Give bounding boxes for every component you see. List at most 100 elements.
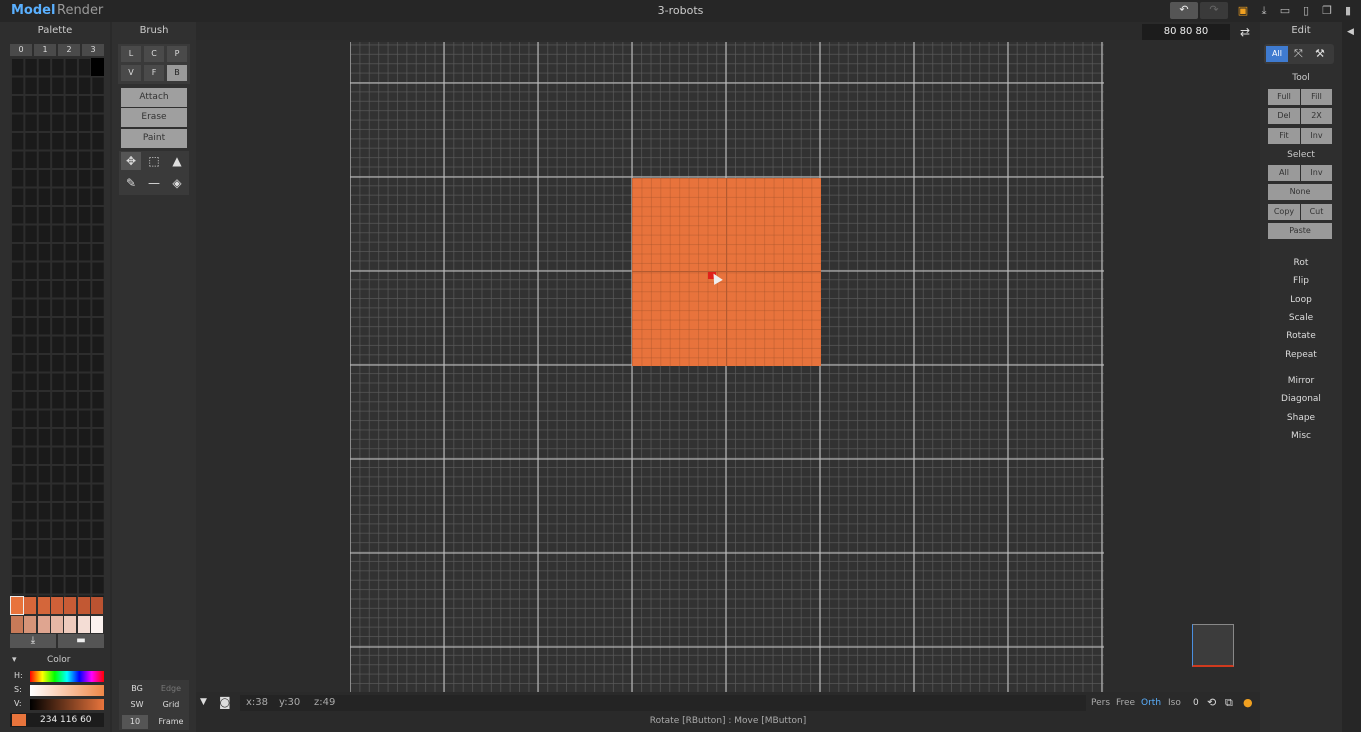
collapse-strip[interactable]: ◀ bbox=[1342, 22, 1361, 732]
move-icon[interactable]: ✥ bbox=[121, 152, 141, 170]
layout-icon[interactable]: ⧉ bbox=[1225, 696, 1233, 710]
value-slider[interactable] bbox=[30, 699, 104, 710]
loop-item[interactable]: Loop bbox=[1262, 295, 1340, 305]
select-region-icon[interactable]: ⬚ bbox=[144, 152, 164, 170]
open-folder-icon[interactable]: ▭ bbox=[1279, 4, 1291, 17]
rgb-values[interactable]: 234 116 60 bbox=[40, 713, 92, 727]
tool-del-button[interactable]: Del bbox=[1268, 108, 1300, 124]
palette-swatch[interactable] bbox=[77, 616, 90, 633]
brush-pattern-button[interactable]: P bbox=[167, 46, 187, 62]
erase-button[interactable]: Erase bbox=[121, 108, 187, 127]
palette-swatch[interactable] bbox=[64, 597, 77, 614]
palette-swatch[interactable] bbox=[90, 616, 103, 633]
light-icon[interactable]: ● bbox=[1243, 696, 1253, 710]
hue-row[interactable]: H: bbox=[10, 670, 104, 682]
palette-tab-1[interactable]: 1 bbox=[34, 44, 56, 56]
camera-icon[interactable]: ◙ bbox=[219, 695, 231, 709]
view-pers[interactable]: Pers bbox=[1091, 696, 1110, 710]
voxel-grid-canvas[interactable] bbox=[350, 42, 1104, 692]
paint-button[interactable]: Paint bbox=[121, 129, 187, 148]
new-file-icon[interactable]: ▯ bbox=[1300, 4, 1312, 17]
view-orth[interactable]: Orth bbox=[1141, 696, 1161, 710]
palette-tab-0[interactable]: 0 bbox=[10, 44, 32, 56]
tool-inv-button[interactable]: Inv bbox=[1301, 128, 1332, 144]
rotate-item[interactable]: Rotate bbox=[1262, 331, 1340, 341]
color-section-header[interactable]: ▾ Color bbox=[10, 654, 104, 666]
rot-item[interactable]: Rot bbox=[1262, 258, 1340, 268]
brush-center-button[interactable]: C bbox=[144, 46, 164, 62]
misc-item[interactable]: Misc bbox=[1262, 431, 1340, 441]
saturation-row[interactable]: S: bbox=[10, 684, 104, 696]
value-row[interactable]: V: bbox=[10, 698, 104, 710]
select-none-button[interactable]: None bbox=[1268, 184, 1332, 200]
diagonal-item[interactable]: Diagonal bbox=[1262, 394, 1340, 404]
repeat-item[interactable]: Repeat bbox=[1262, 350, 1340, 360]
rgb-readout[interactable]: 234 116 60 bbox=[10, 713, 104, 727]
tool-full-button[interactable]: Full bbox=[1268, 89, 1300, 105]
tool-2x-button[interactable]: 2X bbox=[1301, 108, 1332, 124]
view-free[interactable]: Free bbox=[1116, 696, 1135, 710]
select-all-button[interactable]: All bbox=[1268, 165, 1300, 181]
eyedropper-icon[interactable]: ✎ bbox=[121, 174, 141, 192]
tool-fit-button[interactable]: Fit bbox=[1268, 128, 1300, 144]
bg-toggle[interactable]: BG bbox=[122, 682, 152, 696]
menu-dropdown-icon[interactable]: ▼ bbox=[200, 697, 207, 707]
palette-tab-3[interactable]: 3 bbox=[82, 44, 104, 56]
brush-box-button[interactable]: B bbox=[167, 65, 187, 81]
frame-toggle[interactable]: Frame bbox=[156, 715, 186, 729]
palette-swatch[interactable] bbox=[90, 597, 103, 614]
tool-fill-button[interactable]: Fill bbox=[1301, 89, 1332, 105]
palette-swatch[interactable] bbox=[37, 616, 50, 633]
copy-file-icon[interactable]: ❐ bbox=[1321, 4, 1333, 17]
paste-button[interactable]: Paste bbox=[1268, 223, 1332, 239]
palette-open-button[interactable]: ▬ bbox=[58, 634, 104, 648]
frame-size-field[interactable]: 10 bbox=[122, 715, 148, 729]
delete-icon[interactable]: ▮ bbox=[1342, 4, 1354, 17]
mirror-item[interactable]: Mirror bbox=[1262, 376, 1340, 386]
wrench-icon[interactable]: ⚒ bbox=[1315, 46, 1329, 62]
palette-swatch[interactable] bbox=[50, 616, 63, 633]
palette-swatch-black[interactable] bbox=[91, 58, 104, 76]
zoom-level[interactable]: 0 bbox=[1193, 696, 1199, 710]
grid-toggle[interactable]: Grid bbox=[156, 698, 186, 712]
shape-item[interactable]: Shape bbox=[1262, 413, 1340, 423]
reset-view-icon[interactable]: ⟲ bbox=[1207, 696, 1216, 710]
expand-icon[interactable]: ⤧ bbox=[1294, 46, 1308, 62]
palette-swatch[interactable] bbox=[24, 597, 37, 614]
brush-voxel-button[interactable]: V bbox=[121, 65, 141, 81]
edge-toggle[interactable]: Edge bbox=[156, 682, 186, 696]
attach-button[interactable]: Attach bbox=[121, 88, 187, 107]
saturation-slider[interactable] bbox=[30, 685, 104, 696]
hue-slider[interactable] bbox=[30, 671, 104, 682]
palette-tab-2[interactable]: 2 bbox=[58, 44, 80, 56]
view-iso[interactable]: Iso bbox=[1168, 696, 1181, 710]
edit-scope-all[interactable]: All bbox=[1266, 46, 1288, 62]
copy-button[interactable]: Copy bbox=[1268, 204, 1300, 220]
palette-swatch[interactable] bbox=[24, 616, 37, 633]
flip-item[interactable]: Flip bbox=[1262, 276, 1340, 286]
palette-swatch[interactable] bbox=[10, 596, 24, 615]
sw-toggle[interactable]: SW bbox=[122, 698, 152, 712]
palette-color-grid[interactable] bbox=[10, 57, 104, 597]
orientation-cube[interactable] bbox=[1192, 624, 1234, 667]
select-inv-button[interactable]: Inv bbox=[1301, 165, 1332, 181]
palette-swatch[interactable] bbox=[11, 616, 23, 633]
redo-button[interactable]: ↷ bbox=[1200, 2, 1228, 19]
palette-swatch[interactable] bbox=[77, 597, 90, 614]
scale-item[interactable]: Scale bbox=[1262, 313, 1340, 323]
brush-line-button[interactable]: L bbox=[121, 46, 141, 62]
fill-bucket-icon[interactable]: ◈ bbox=[167, 174, 187, 192]
palette-swatch[interactable] bbox=[50, 597, 63, 614]
save-icon[interactable]: ▣ bbox=[1237, 4, 1249, 17]
swap-icon[interactable]: ⇄ bbox=[1238, 25, 1252, 39]
model-size-display[interactable]: 80 80 80 bbox=[1142, 24, 1230, 40]
shape-tool-icon[interactable]: ▲ bbox=[167, 152, 187, 170]
line-tool-icon[interactable]: — bbox=[144, 174, 164, 192]
cut-button[interactable]: Cut bbox=[1301, 204, 1332, 220]
export-icon[interactable]: ⤓ bbox=[1258, 4, 1270, 17]
brush-face-button[interactable]: F bbox=[144, 65, 164, 81]
palette-swatch[interactable] bbox=[64, 616, 77, 633]
undo-button[interactable]: ↶ bbox=[1170, 2, 1198, 19]
palette-swatch[interactable] bbox=[37, 597, 50, 614]
palette-import-button[interactable]: ⤓ bbox=[10, 634, 56, 648]
